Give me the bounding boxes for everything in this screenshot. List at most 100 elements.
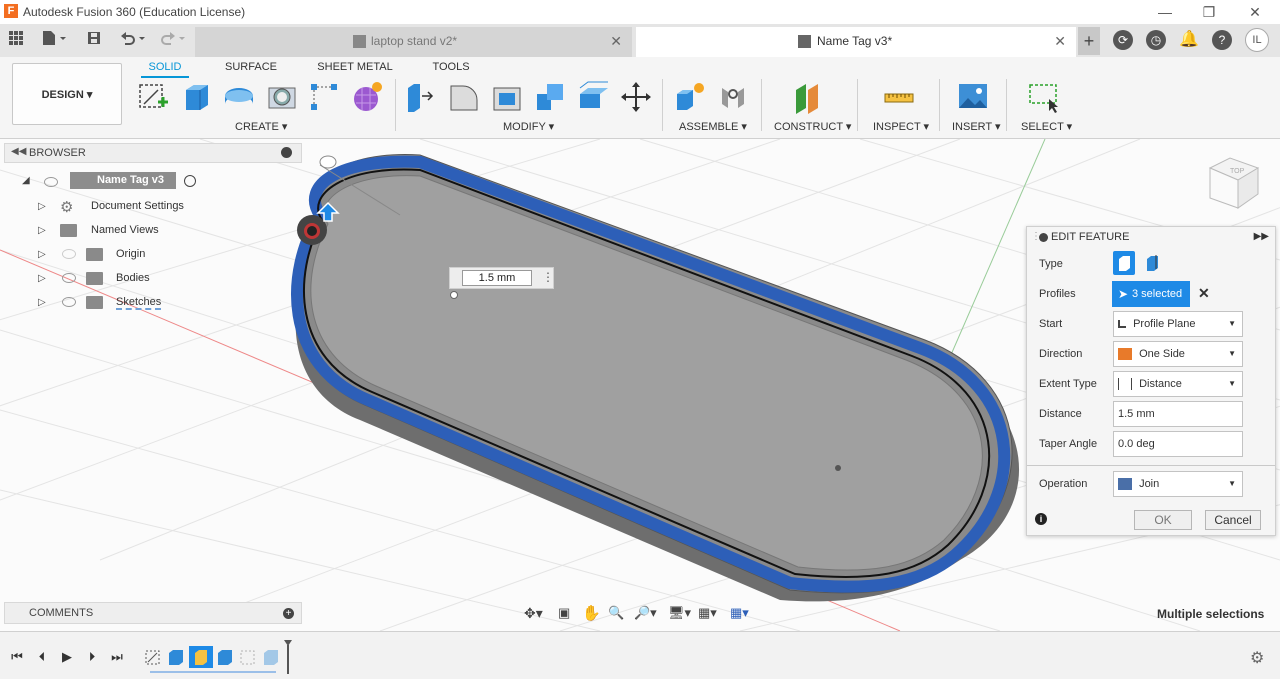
timeline-extrude-item-active[interactable] [189, 646, 213, 668]
zoom-icon[interactable]: 🔍 [608, 605, 624, 621]
new-tab-button[interactable]: + [1078, 27, 1100, 55]
browser-panel-header[interactable]: ◀◀ BROWSER [4, 143, 302, 163]
visibility-eye-icon[interactable] [62, 297, 76, 307]
fillet-icon[interactable] [447, 80, 481, 114]
visibility-eye-icon[interactable] [62, 273, 76, 283]
timeline-sketch-item[interactable] [143, 646, 163, 668]
ok-button[interactable]: OK [1134, 510, 1192, 530]
minus-circle-icon[interactable] [1039, 233, 1048, 242]
browser-item-origin[interactable]: ▷ Origin [0, 245, 200, 265]
more-options-icon[interactable]: ⋮ [542, 270, 554, 284]
info-icon[interactable]: i [1035, 513, 1047, 525]
expand-triangle-icon[interactable]: ▷ [38, 201, 46, 212]
distance-dimension-input[interactable]: 1.5 mm [462, 270, 532, 286]
distance-input[interactable]: 1.5 mm [1113, 401, 1243, 427]
timeline-sketch-item[interactable] [238, 646, 258, 668]
tab-name-tag[interactable]: Name Tag v3* ✕ [636, 27, 1076, 57]
collapse-icon[interactable]: ◀◀ [11, 146, 26, 157]
insert-menu[interactable]: INSERT ▾ [952, 120, 1001, 133]
orbit-icon[interactable]: ✥▾ [524, 605, 543, 622]
expand-dialog-icon[interactable]: ▶▶ [1254, 231, 1269, 242]
display-settings-icon[interactable]: 🖥▾ [668, 605, 691, 621]
dimension-point[interactable] [450, 291, 458, 299]
offset-face-icon[interactable] [576, 80, 610, 114]
modify-menu[interactable]: MODIFY ▾ [503, 120, 554, 133]
restore-button[interactable]: ❐ [1199, 2, 1219, 22]
combine-icon[interactable] [533, 80, 567, 114]
notifications-bell-icon[interactable]: 🔔 [1179, 30, 1199, 50]
look-at-icon[interactable]: ▣ [558, 605, 570, 621]
undo-icon[interactable] [116, 30, 148, 50]
create-sketch-icon[interactable] [136, 80, 170, 114]
extent-type-dropdown[interactable]: Distance ▼ [1113, 371, 1243, 397]
redo-icon[interactable] [156, 30, 188, 50]
pan-hand-icon[interactable]: ✋ [582, 604, 601, 622]
rotate-handle[interactable] [319, 155, 337, 169]
expand-triangle-icon[interactable]: ▷ [38, 297, 46, 308]
hole-icon[interactable] [265, 80, 299, 114]
cancel-button[interactable]: Cancel [1205, 510, 1261, 530]
step-forward-icon[interactable]: ⏵ [82, 647, 102, 667]
tab-surface[interactable]: SURFACE [222, 58, 280, 78]
comments-panel[interactable]: COMMENTS + [4, 602, 302, 624]
play-icon[interactable]: ▶ [57, 647, 77, 667]
revolve-icon[interactable] [222, 80, 256, 114]
minimize-button[interactable]: — [1155, 2, 1175, 22]
type-solid-button[interactable] [1113, 251, 1135, 275]
construct-menu[interactable]: CONSTRUCT ▾ [774, 120, 851, 133]
create-form-icon[interactable] [350, 80, 384, 114]
select-menu[interactable]: SELECT ▾ [1021, 120, 1072, 133]
offset-plane-icon[interactable] [792, 80, 826, 114]
timeline-extrude-item[interactable] [166, 646, 186, 668]
add-comment-icon[interactable]: + [283, 608, 294, 619]
tab-laptop-stand[interactable]: laptop stand v2* ✕ [195, 27, 632, 57]
inspect-menu[interactable]: INSPECT ▾ [873, 120, 929, 133]
expand-triangle-icon[interactable]: ◢ [22, 175, 30, 186]
tab-sheet-metal[interactable]: SHEET METAL [315, 58, 395, 78]
view-cube[interactable]: TOP [1208, 157, 1260, 209]
minus-circle-icon[interactable] [281, 147, 292, 158]
go-to-start-icon[interactable]: ⏮ [7, 647, 27, 667]
browser-item-document-settings[interactable]: ▷ ⚙ Document Settings [0, 197, 200, 217]
start-dropdown[interactable]: Profile Plane ▼ [1113, 311, 1243, 337]
expand-triangle-icon[interactable]: ▷ [38, 249, 46, 260]
clear-selection-icon[interactable]: ✕ [1198, 285, 1210, 302]
browser-item-bodies[interactable]: ▷ Bodies [0, 269, 200, 289]
joint-icon[interactable] [716, 80, 750, 114]
fit-icon[interactable]: 🔎▾ [634, 605, 657, 621]
go-to-end-icon[interactable]: ⏭ [107, 647, 127, 667]
pattern-icon[interactable] [307, 80, 341, 114]
tab-solid[interactable]: SOLID [141, 58, 189, 78]
activate-radio-icon[interactable] [184, 175, 196, 187]
measure-icon[interactable] [882, 80, 916, 114]
close-tab-icon[interactable]: ✕ [1054, 27, 1066, 55]
create-menu[interactable]: CREATE ▾ [235, 120, 287, 133]
insert-image-icon[interactable] [956, 80, 990, 114]
taper-angle-input[interactable]: 0.0 deg [1113, 431, 1243, 457]
press-pull-icon[interactable] [404, 80, 438, 114]
file-menu-icon[interactable] [38, 30, 70, 50]
close-tab-icon[interactable]: ✕ [610, 27, 622, 55]
extrude-icon[interactable] [180, 80, 214, 114]
workspace-switcher[interactable]: DESIGN ▾ [12, 63, 122, 125]
expand-triangle-icon[interactable]: ▷ [38, 273, 46, 284]
move-icon[interactable] [619, 80, 653, 114]
timeline-extrude-item[interactable] [215, 646, 235, 668]
browser-item-sketches[interactable]: ▷ Sketches [0, 293, 200, 313]
tab-tools[interactable]: TOOLS [427, 58, 475, 78]
expand-triangle-icon[interactable]: ▷ [38, 225, 46, 236]
assemble-menu[interactable]: ASSEMBLE ▾ [679, 120, 747, 133]
direction-dropdown[interactable]: One Side ▼ [1113, 341, 1243, 367]
help-icon[interactable]: ? [1212, 30, 1232, 50]
user-avatar[interactable]: IL [1245, 28, 1269, 52]
step-back-icon[interactable]: ⏴ [32, 647, 52, 667]
grid-menu-icon[interactable] [6, 30, 26, 50]
grid-settings-icon[interactable]: ▦▾ [698, 605, 717, 621]
browser-root-item[interactable]: ◢ Name Tag v3 [0, 172, 300, 193]
timeline-extrude-item[interactable] [261, 646, 281, 668]
job-status-icon[interactable]: ◷ [1146, 30, 1166, 50]
shell-icon[interactable] [490, 80, 524, 114]
operation-dropdown[interactable]: Join ▼ [1113, 471, 1243, 497]
timeline-marker[interactable] [284, 640, 292, 674]
close-window-button[interactable]: ✕ [1245, 2, 1265, 22]
